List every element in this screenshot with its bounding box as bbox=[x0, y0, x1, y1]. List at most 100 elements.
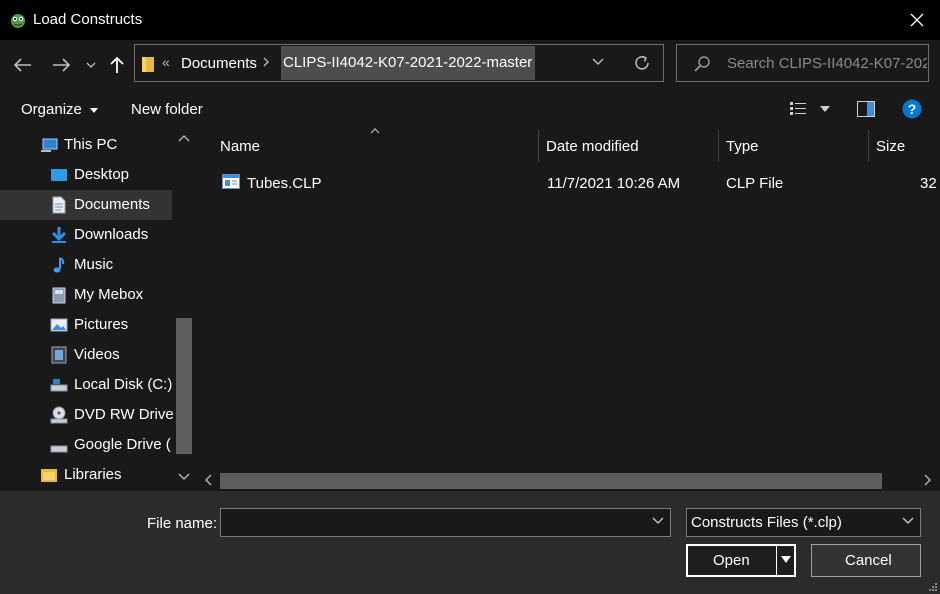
sidebar-item-this-pc[interactable]: This PC bbox=[0, 130, 172, 160]
dropdown-arrow-icon bbox=[90, 107, 99, 113]
sidebar-item-desktop[interactable]: Desktop bbox=[0, 160, 172, 190]
videos-icon bbox=[51, 346, 67, 364]
help-icon[interactable]: ? bbox=[902, 99, 922, 119]
sidebar-item-videos[interactable]: Videos bbox=[0, 340, 172, 370]
organize-label: Organize bbox=[21, 101, 82, 118]
scroll-left-icon[interactable] bbox=[204, 474, 212, 486]
forward-button[interactable] bbox=[48, 52, 74, 78]
file-type-filter[interactable]: Constructs Files (*.clp) bbox=[686, 508, 921, 537]
sidebar-item-label: Google Drive ( bbox=[74, 436, 171, 453]
file-name: Tubes.CLP bbox=[247, 175, 322, 192]
sidebar-item-label: My Mebox bbox=[74, 286, 144, 303]
column-divider[interactable] bbox=[718, 130, 719, 162]
sidebar-item-documents[interactable]: Documents bbox=[0, 190, 172, 220]
navigation-scrollbar[interactable] bbox=[173, 128, 195, 491]
desktop-icon bbox=[51, 169, 67, 181]
open-options-dropdown-icon[interactable] bbox=[781, 556, 791, 563]
sidebar-item-label: Desktop bbox=[74, 166, 130, 183]
scroll-down-icon[interactable] bbox=[178, 473, 190, 481]
sidebar-item-libraries[interactable]: Libraries bbox=[0, 460, 172, 490]
resize-grip-icon[interactable] bbox=[928, 582, 938, 592]
file-list: Name Date modified Type Size Tubes.CLP 1… bbox=[198, 128, 940, 471]
svg-text:?: ? bbox=[908, 101, 917, 117]
sidebar-item-label: Music bbox=[74, 256, 114, 273]
close-button[interactable] bbox=[894, 0, 940, 40]
scroll-right-icon[interactable] bbox=[924, 474, 932, 486]
preview-pane-icon[interactable] bbox=[857, 101, 875, 117]
file-name-input[interactable] bbox=[221, 509, 641, 536]
breadcrumb-documents[interactable]: Documents bbox=[181, 55, 257, 72]
load-constructs-dialog: Load Constructs « Documents CLIPS-II4042… bbox=[0, 0, 940, 594]
back-button[interactable] bbox=[10, 52, 36, 78]
new-folder-button[interactable]: New folder bbox=[131, 101, 203, 118]
organize-menu[interactable]: Organize bbox=[21, 101, 99, 118]
column-header-name[interactable]: Name bbox=[220, 138, 260, 155]
sidebar-item-music[interactable]: Music bbox=[0, 250, 172, 280]
libraries-icon bbox=[41, 469, 57, 482]
file-row[interactable]: Tubes.CLP 11/7/2021 10:26 AM CLP File 32 bbox=[218, 170, 940, 196]
column-header-size[interactable]: Size bbox=[876, 138, 905, 155]
sidebar-item-label: Downloads bbox=[74, 226, 149, 243]
file-type-filter-value: Constructs Files (*.clp) bbox=[691, 514, 842, 531]
column-divider[interactable] bbox=[538, 130, 539, 162]
search-box[interactable]: Search CLIPS-II4042-K07-202... bbox=[676, 44, 929, 82]
file-name-combobox[interactable] bbox=[220, 508, 671, 537]
local-disk-icon bbox=[50, 379, 68, 392]
breadcrumb-separator-icon[interactable] bbox=[262, 55, 270, 69]
google-drive-icon bbox=[50, 445, 68, 453]
view-options-icon[interactable] bbox=[789, 101, 807, 117]
forward-arrow-icon bbox=[53, 58, 70, 72]
sort-ascending-icon bbox=[370, 128, 380, 134]
up-button[interactable] bbox=[104, 52, 130, 78]
chevron-down-icon bbox=[86, 62, 96, 68]
scrollbar-thumb[interactable] bbox=[220, 473, 882, 489]
sidebar-item-downloads[interactable]: Downloads bbox=[0, 220, 172, 250]
chevron-down-icon[interactable] bbox=[652, 517, 664, 525]
search-icon bbox=[694, 56, 710, 72]
view-dropdown-icon[interactable] bbox=[820, 106, 830, 112]
recent-locations-button[interactable] bbox=[80, 52, 102, 78]
mebox-icon bbox=[52, 287, 66, 304]
scroll-up-icon[interactable] bbox=[178, 134, 190, 142]
dialog-footer: File name: Constructs Files (*.clp) Open… bbox=[0, 491, 940, 594]
scrollbar-thumb[interactable] bbox=[176, 318, 192, 454]
sidebar-item-my-mebox[interactable]: My Mebox bbox=[0, 280, 172, 310]
pictures-icon bbox=[50, 318, 68, 332]
column-header-date[interactable]: Date modified bbox=[546, 138, 639, 155]
cancel-button-label: Cancel bbox=[845, 552, 892, 569]
documents-icon bbox=[52, 196, 66, 214]
folder-icon bbox=[142, 57, 154, 72]
open-button[interactable]: Open bbox=[686, 544, 796, 577]
horizontal-scrollbar[interactable] bbox=[198, 471, 940, 491]
file-type: CLP File bbox=[726, 175, 784, 192]
column-divider[interactable] bbox=[868, 130, 869, 162]
address-bar[interactable]: « Documents CLIPS-II4042-K07-2021-2022-m… bbox=[134, 44, 664, 82]
back-arrow-icon bbox=[14, 58, 31, 72]
sidebar-item-label: Videos bbox=[74, 346, 120, 363]
sidebar-item-label: Documents bbox=[74, 196, 150, 213]
sidebar-item-dvd-drive[interactable]: DVD RW Drive bbox=[0, 400, 174, 430]
breadcrumb-current-folder[interactable]: CLIPS-II4042-K07-2021-2022-master bbox=[281, 46, 536, 80]
navigation-pane: This PC Desktop Documents Downloads Musi… bbox=[0, 128, 196, 491]
sidebar-item-label: Libraries bbox=[64, 466, 122, 483]
address-overflow[interactable]: « bbox=[162, 54, 170, 70]
column-header-type[interactable]: Type bbox=[726, 138, 759, 155]
cancel-button[interactable]: Cancel bbox=[811, 544, 921, 577]
refresh-icon[interactable] bbox=[633, 54, 651, 72]
file-name-label: File name: bbox=[147, 515, 218, 532]
chevron-down-icon[interactable] bbox=[591, 55, 605, 69]
open-button-label: Open bbox=[713, 552, 750, 569]
music-icon bbox=[53, 257, 65, 273]
sidebar-item-local-disk[interactable]: Local Disk (C:) bbox=[0, 370, 172, 400]
close-icon bbox=[910, 13, 924, 27]
command-bar: Organize New folder ? bbox=[0, 90, 940, 128]
file-size: 32 bbox=[920, 175, 937, 192]
sidebar-item-google-drive[interactable]: Google Drive ( bbox=[0, 430, 172, 460]
sidebar-item-label: Pictures bbox=[74, 316, 129, 333]
downloads-icon bbox=[51, 227, 67, 243]
chevron-down-icon bbox=[902, 517, 914, 524]
navigation-bar: « Documents CLIPS-II4042-K07-2021-2022-m… bbox=[0, 40, 940, 90]
search-placeholder: Search CLIPS-II4042-K07-202... bbox=[727, 55, 927, 72]
sidebar-item-pictures[interactable]: Pictures bbox=[0, 310, 172, 340]
app-icon bbox=[11, 14, 25, 28]
